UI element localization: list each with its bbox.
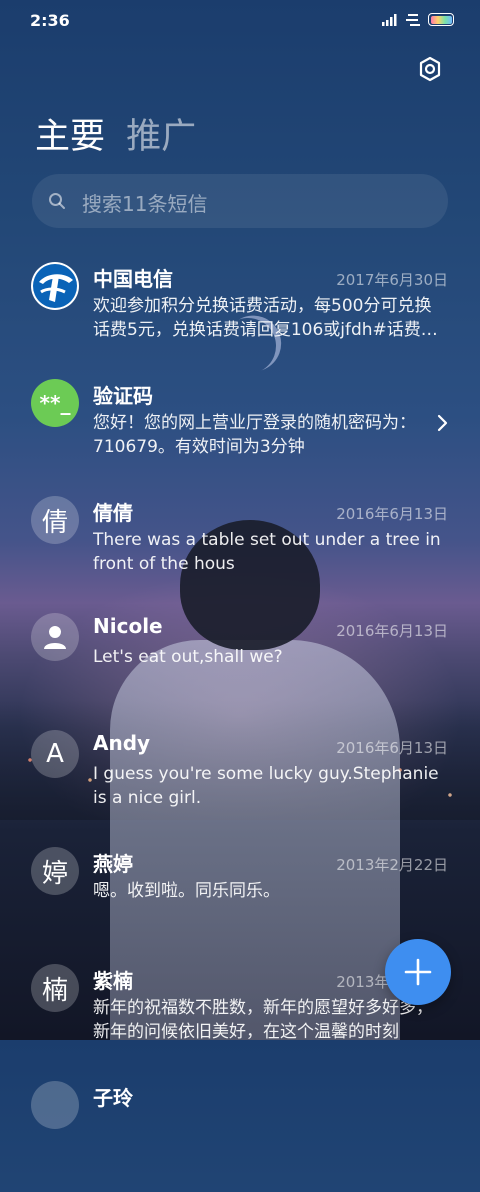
signal-icon (382, 14, 397, 26)
message-list: 中国电信 2017年6月30日 欢迎参加积分兑换话费活动，每500分可兑换话费5… (0, 256, 480, 1192)
list-item[interactable]: 子玲 (0, 1075, 480, 1192)
battery-icon (428, 13, 454, 26)
contact-person-icon (31, 613, 79, 661)
message-date: 2016年6月13日 (336, 505, 448, 523)
data-icon (406, 14, 420, 26)
list-item[interactable]: **_ 验证码 您好！您的网上营业厅登录的随机密码为：710679。有效时间为3… (0, 373, 480, 490)
list-item[interactable]: A Andy 2016年6月13日 I guess you're some lu… (0, 724, 480, 841)
message-preview: 嗯。收到啦。同乐同乐。 (93, 881, 280, 901)
tab-main[interactable]: 主要 (35, 108, 105, 159)
list-item[interactable]: 倩 倩倩 2016年6月13日 There was a table set ou… (0, 490, 480, 607)
status-time: 2:36 (30, 11, 70, 30)
tab-bar: 主要 推广 (35, 108, 212, 158)
list-item[interactable]: 中国电信 2017年6月30日 欢迎参加积分兑换话费活动，每500分可兑换话费5… (0, 256, 480, 373)
message-preview: There was a table set out under a tree i… (93, 530, 441, 574)
search-icon (49, 193, 65, 209)
sender-name: 倩倩 (93, 501, 133, 525)
sender-name: Nicole (93, 614, 163, 638)
tab-promo[interactable]: 推广 (126, 108, 196, 159)
sender-name: 子玲 (93, 1086, 133, 1110)
plus-icon (404, 958, 432, 986)
message-date: 2016年6月13日 (336, 622, 448, 640)
list-item[interactable]: Nicole 2016年6月13日 Let's eat out,shall we… (0, 607, 480, 724)
message-preview: Let's eat out,shall we? (93, 647, 283, 667)
sender-name: 中国电信 (93, 267, 173, 291)
sender-name: 紫楠 (93, 969, 133, 993)
avatar: A (31, 730, 79, 778)
message-date: 2017年6月30日 (336, 271, 448, 289)
sender-name: 验证码 (93, 384, 153, 408)
avatar: 楠 (31, 964, 79, 1012)
verification-code-avatar: **_ (31, 379, 79, 427)
message-preview: 欢迎参加积分兑换话费活动，每500分可兑换话费5元，兑换话费请回复106或jfd… (93, 296, 438, 340)
message-preview: 新年的祝福数不胜数，新年的愿望好多好多，新年的问候依旧美好，在这个温馨的时刻 (93, 998, 433, 1042)
chevron-right-icon[interactable] (436, 413, 448, 433)
avatar: 婷 (31, 847, 79, 895)
avatar: 倩 (31, 496, 79, 544)
message-date: 2016年6月13日 (336, 739, 448, 757)
message-date: 2013年2月22日 (336, 856, 448, 874)
china-telecom-logo-icon (31, 262, 79, 310)
sender-name: Andy (93, 731, 151, 755)
settings-button[interactable] (412, 51, 448, 87)
search-input[interactable]: 搜索11条短信 (32, 174, 448, 228)
message-preview: 您好！您的网上营业厅登录的随机密码为：710679。有效时间为3分钟 (93, 413, 416, 457)
sender-name: 燕婷 (93, 852, 133, 876)
status-bar: 2:36 (0, 0, 480, 40)
message-preview: I guess you're some lucky guy.Stephanie … (93, 764, 439, 808)
search-placeholder: 搜索11条短信 (82, 192, 208, 216)
avatar (31, 1081, 79, 1129)
compose-button[interactable] (385, 939, 451, 1005)
